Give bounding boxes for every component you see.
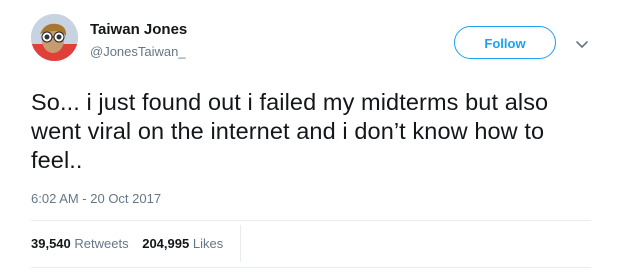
chevron-down-icon[interactable] (575, 37, 589, 48)
divider (31, 267, 591, 268)
retweets-label: Retweets (74, 236, 129, 251)
tweet-stats: 39,540 Retweets 204,995 Likes (31, 236, 233, 251)
likes-stat[interactable]: 204,995 Likes (142, 236, 223, 251)
stats-divider (240, 225, 241, 262)
retweets-stat[interactable]: 39,540 Retweets (31, 236, 129, 251)
tweet-text: So... i just found out i failed my midte… (31, 89, 549, 173)
follow-button[interactable]: Follow (454, 26, 556, 59)
user-handle[interactable]: @JonesTaiwan_ (90, 44, 186, 59)
avatar[interactable] (31, 14, 78, 61)
retweets-count: 39,540 (31, 236, 71, 251)
user-name[interactable]: Taiwan Jones (90, 21, 187, 38)
likes-count: 204,995 (142, 236, 190, 251)
tweet-timestamp[interactable]: 6:02 AM - 20 Oct 2017 (31, 191, 161, 206)
likes-label: Likes (192, 236, 224, 251)
divider (31, 220, 591, 221)
tweet-card: Taiwan Jones @JonesTaiwan_ Follow So... … (0, 0, 621, 274)
